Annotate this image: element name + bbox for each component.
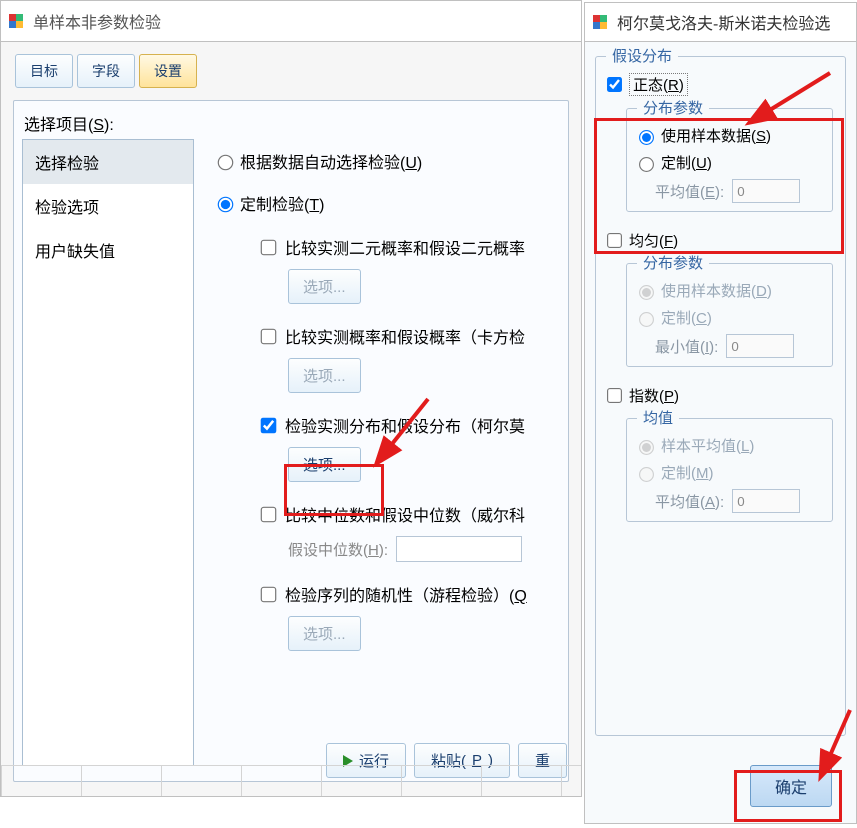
- uniform-params-fieldset: 分布参数 使用样本数据(D) 定制(C) 最小值(I):: [626, 263, 833, 367]
- normal-params-fieldset: 分布参数 使用样本数据(S) 定制(U) 平均值(E):: [626, 108, 833, 212]
- exp-mean-legend: 均值: [637, 407, 679, 428]
- test-config-pane: 根据数据自动选择检验(U) 定制检验(T) 比较实测二元概率和假设二元概率 选项…: [214, 131, 562, 651]
- radio-normal-custom[interactable]: 定制(U): [635, 152, 824, 173]
- check-chisq[interactable]: 比较实测概率和假设概率（卡方检: [258, 324, 562, 348]
- radio-auto-select[interactable]: 根据数据自动选择检验(U): [214, 149, 562, 173]
- radio-uniform-sample: 使用样本数据(D): [635, 280, 824, 301]
- check-ks[interactable]: 检验实测分布和假设分布（柯尔莫: [258, 413, 562, 437]
- check-binary-prob[interactable]: 比较实测二元概率和假设二元概率: [258, 235, 562, 259]
- options-button-1[interactable]: 选项...: [288, 269, 361, 304]
- median-input[interactable]: [396, 536, 522, 562]
- select-items-label: 选择项目(S):: [24, 111, 114, 135]
- main-title: 单样本非参数检验: [33, 9, 161, 33]
- uniform-params-legend: 分布参数: [637, 252, 709, 273]
- uniform-min-label: 最小值(I):: [655, 336, 718, 357]
- check-normal[interactable]: 正态(R): [604, 73, 837, 96]
- settings-body: 选择项目(S): 选择检验 检验选项 用户缺失值 根据数据自动选择检验(U) 定…: [13, 100, 569, 782]
- list-item-user-missing[interactable]: 用户缺失值: [23, 228, 193, 272]
- normal-mean-input[interactable]: [732, 179, 800, 203]
- exp-params-fieldset: 均值 样本平均值(L) 定制(M) 平均值(A):: [626, 418, 833, 522]
- radio-exp-custom: 定制(M): [635, 462, 824, 483]
- ks-options-dialog: 柯尔莫戈洛夫-斯米诺夫检验选 假设分布 正态(R) 分布参数 使用样本数据(S)…: [584, 2, 857, 824]
- list-item-test-options[interactable]: 检验选项: [23, 184, 193, 228]
- spreadsheet-background: [1, 765, 581, 796]
- check-wilcoxon[interactable]: 比较中位数和假设中位数（威尔科: [258, 502, 562, 526]
- median-row: 假设中位数(H):: [288, 536, 562, 562]
- normal-mean-label: 平均值(E):: [655, 181, 724, 202]
- radio-normal-sample[interactable]: 使用样本数据(S): [635, 125, 824, 146]
- list-item-select-test[interactable]: 选择检验: [23, 140, 193, 184]
- sub-titlebar: 柯尔莫戈洛夫-斯米诺夫检验选: [585, 3, 856, 42]
- normal-mean-row: 平均值(E):: [655, 179, 824, 203]
- normal-params-legend: 分布参数: [637, 97, 709, 118]
- tab-target[interactable]: 目标: [15, 54, 73, 88]
- tabbar: 目标 字段 设置: [1, 42, 581, 88]
- median-label: 假设中位数(H):: [288, 539, 388, 560]
- custom-tests-group: 比较实测二元概率和假设二元概率 选项... 比较实测概率和假设概率（卡方检 选项…: [258, 235, 562, 651]
- options-button-ks[interactable]: 选项...: [288, 447, 361, 482]
- app-icon-2: [591, 13, 609, 31]
- ok-button[interactable]: 确定: [750, 765, 832, 807]
- options-button-2[interactable]: 选项...: [288, 358, 361, 393]
- app-icon: [7, 12, 25, 30]
- main-window: 单样本非参数检验 目标 字段 设置 选择项目(S): 选择检验 检验选项 用户缺…: [0, 0, 582, 797]
- exp-mean-row: 平均值(A):: [655, 489, 824, 513]
- exp-mean-label: 平均值(A):: [655, 491, 724, 512]
- tab-fields[interactable]: 字段: [77, 54, 135, 88]
- radio-uniform-custom: 定制(C): [635, 307, 824, 328]
- radio-exp-sample: 样本平均值(L): [635, 435, 824, 456]
- hypo-dist-fieldset: 假设分布 正态(R) 分布参数 使用样本数据(S) 定制(U) 平均值(E): …: [595, 56, 846, 736]
- sub-title: 柯尔莫戈洛夫-斯米诺夫检验选: [617, 10, 830, 34]
- radio-custom-test[interactable]: 定制检验(T): [214, 191, 562, 215]
- select-items-list[interactable]: 选择检验 检验选项 用户缺失值: [22, 139, 194, 766]
- main-titlebar: 单样本非参数检验: [1, 1, 581, 42]
- hypo-legend: 假设分布: [606, 45, 678, 66]
- exp-mean-input[interactable]: [732, 489, 800, 513]
- check-uniform[interactable]: 均匀(F): [604, 230, 837, 251]
- check-runs[interactable]: 检验序列的随机性（游程检验）(Q: [258, 582, 562, 606]
- uniform-min-input[interactable]: [726, 334, 794, 358]
- uniform-min-row: 最小值(I):: [655, 334, 824, 358]
- check-exp[interactable]: 指数(P): [604, 385, 837, 406]
- tab-settings[interactable]: 设置: [139, 54, 197, 88]
- options-button-5[interactable]: 选项...: [288, 616, 361, 651]
